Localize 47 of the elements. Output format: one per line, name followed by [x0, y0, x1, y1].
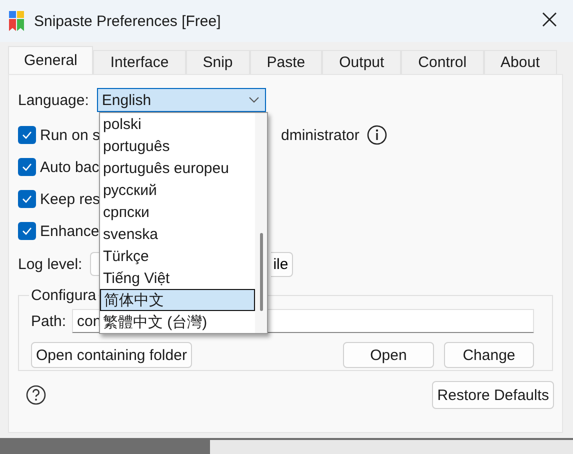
checkbox-label: Run on s	[40, 126, 100, 144]
language-option[interactable]: português europeu	[100, 157, 255, 179]
action-button[interactable]: Open containing folder	[31, 342, 192, 368]
checkbox[interactable]	[18, 222, 36, 240]
language-option[interactable]: svenska	[100, 223, 255, 245]
tab[interactable]: Output	[322, 50, 402, 74]
language-option[interactable]: português	[100, 135, 255, 157]
checkmark-icon	[22, 227, 32, 235]
checkbox-label: dministrator	[281, 126, 360, 144]
language-option[interactable]: 繁體中文 (台灣)	[100, 311, 255, 333]
checkbox[interactable]	[18, 158, 36, 176]
close-icon[interactable]	[542, 12, 557, 26]
checkmark-icon	[22, 131, 32, 139]
restore-defaults-button[interactable]: Restore Defaults	[432, 381, 554, 409]
log-file-button[interactable]: ile	[271, 252, 294, 276]
help-icon[interactable]	[26, 385, 46, 405]
tab[interactable]: Interface	[93, 50, 186, 74]
language-label: Language:	[18, 92, 89, 108]
chevron-down-icon	[248, 97, 259, 103]
log-level-label: Log level:	[18, 256, 82, 272]
checkbox[interactable]	[18, 190, 36, 208]
scrollbar-thumb[interactable]	[260, 233, 263, 311]
tab[interactable]: Control	[401, 50, 484, 74]
checkmark-icon	[22, 195, 32, 203]
tab[interactable]: About	[484, 50, 557, 74]
group-title: Configura	[30, 287, 98, 304]
checkbox-label: Auto bac	[40, 158, 100, 176]
language-option[interactable]: polski	[100, 113, 255, 135]
language-option[interactable]: русский	[100, 179, 255, 201]
language-dropdown[interactable]: English	[96, 88, 266, 112]
path-label: Path:	[31, 312, 66, 330]
app-logo-icon	[9, 11, 25, 31]
tab[interactable]: General	[8, 46, 94, 74]
language-option[interactable]: 简体中文	[100, 289, 255, 311]
checkbox-label: Keep res	[40, 190, 100, 208]
info-icon[interactable]	[367, 125, 388, 145]
tab[interactable]: Paste	[250, 50, 322, 74]
checkbox[interactable]	[18, 126, 36, 144]
action-button[interactable]: Open	[343, 342, 434, 368]
checkbox-label: Enhance	[40, 222, 100, 240]
window-title: Snipaste Preferences [Free]	[34, 12, 221, 30]
checkmark-icon	[22, 163, 32, 171]
action-button[interactable]: Change	[444, 342, 534, 368]
language-option[interactable]: Türkçe	[100, 245, 255, 267]
tab[interactable]: Snip	[186, 50, 250, 74]
language-option[interactable]: српски	[100, 201, 255, 223]
language-option[interactable]: Tiếng Việt	[100, 267, 255, 289]
